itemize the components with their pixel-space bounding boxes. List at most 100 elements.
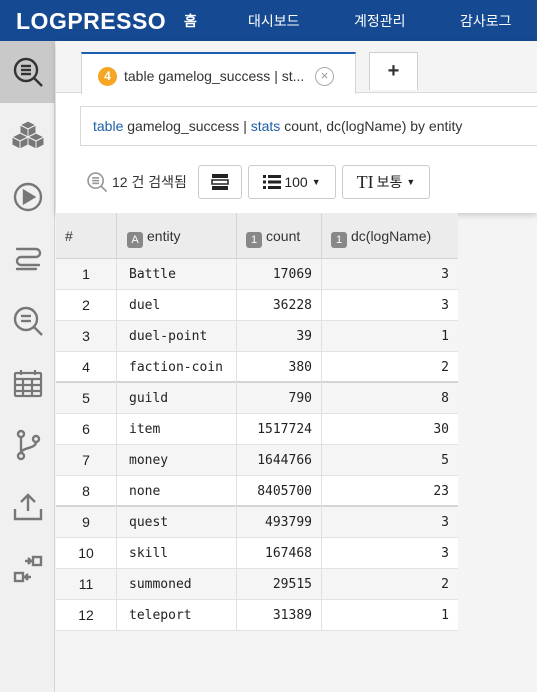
- cell-count: 790: [236, 383, 321, 414]
- branch-icon: [16, 429, 40, 461]
- nav-audit-log[interactable]: 감사로그: [460, 0, 512, 41]
- cell-dc-logname: 3: [321, 507, 458, 538]
- cell-dc-logname: 3: [321, 538, 458, 569]
- cell-count: 17069: [236, 259, 321, 290]
- table-header: # Aentity 1 count 1 dc(logName): [56, 213, 458, 259]
- list-icon: [263, 175, 282, 189]
- cell-index: 1: [82, 266, 90, 282]
- upload-icon: [13, 493, 42, 521]
- play-icon: [13, 182, 42, 212]
- query-input[interactable]: table gamelog_success | stats count, dc(…: [80, 106, 537, 146]
- cell-index: 10: [78, 545, 94, 561]
- table-row[interactable]: 11 summoned 29515 2: [56, 569, 458, 600]
- columns-toggle-button[interactable]: [198, 165, 242, 199]
- cell-dc-logname: 1: [321, 321, 458, 352]
- sidebar-item-query[interactable]: [0, 41, 55, 103]
- table-row[interactable]: 12 teleport 31389 1: [56, 600, 458, 631]
- number-type-badge: 1: [246, 232, 262, 248]
- sidebar-item-branch[interactable]: [0, 414, 55, 476]
- query-text-stats: count, dc(logName) by entity: [280, 118, 463, 134]
- column-header-index[interactable]: #: [56, 213, 116, 259]
- table-body: 1 Battle 17069 3 2 duel 36228 3 3 duel-point 39 1 4 f…: [56, 259, 458, 631]
- cell-index: 3: [82, 328, 90, 344]
- column-header-label: entity: [147, 228, 181, 244]
- table-row[interactable]: 5 guild 790 8: [56, 383, 458, 414]
- chevron-down-icon: ▼: [311, 177, 321, 187]
- close-icon[interactable]: ×: [315, 67, 334, 86]
- cell-dc-logname: 30: [321, 414, 458, 445]
- table-row[interactable]: 7 money 1644766 5: [56, 445, 458, 476]
- page-size-dropdown[interactable]: 100 ▼: [248, 165, 336, 199]
- column-header-label: count: [266, 228, 301, 244]
- sidebar-item-cubes[interactable]: [0, 104, 55, 166]
- cell-entity: summoned: [116, 569, 236, 600]
- cell-index: 8: [82, 483, 90, 499]
- tab-query[interactable]: 4 table gamelog_success | st... ×: [81, 52, 356, 94]
- table-row[interactable]: 4 faction-coin 380 2: [56, 352, 458, 383]
- sidebar-item-calendar[interactable]: [0, 352, 55, 414]
- page-size-value: 100: [284, 174, 308, 190]
- cell-index: 7: [82, 452, 90, 468]
- chevron-down-icon: ▼: [406, 177, 416, 187]
- query-text-source: gamelog_success |: [123, 118, 251, 134]
- add-tab-button[interactable]: +: [369, 52, 418, 90]
- table-row[interactable]: 2 duel 36228 3: [56, 290, 458, 321]
- column-header-dc-logname[interactable]: 1 dc(logName): [321, 213, 458, 259]
- cell-index: 2: [82, 297, 90, 313]
- cell-count: 29515: [236, 569, 321, 600]
- sidebar-item-stream[interactable]: [0, 228, 55, 290]
- column-header-label: #: [65, 228, 73, 244]
- cell-dc-logname: 5: [321, 445, 458, 476]
- table-row[interactable]: 10 skill 167468 3: [56, 538, 458, 569]
- query-icon: [13, 57, 43, 87]
- table-row[interactable]: 9 quest 493799 3: [56, 507, 458, 538]
- cell-count: 493799: [236, 507, 321, 538]
- cell-entity: duel: [116, 290, 236, 321]
- number-type-badge: 1: [331, 232, 347, 248]
- cell-entity: quest: [116, 507, 236, 538]
- sidebar-item-upload[interactable]: [0, 476, 55, 538]
- table-row[interactable]: 6 item 1517724 30: [56, 414, 458, 445]
- cell-index: 11: [78, 576, 94, 592]
- cell-count: 1644766: [236, 445, 321, 476]
- cell-entity: duel-point: [116, 321, 236, 352]
- cell-dc-logname: 3: [321, 259, 458, 290]
- query-panel: 4 table gamelog_success | st... × + tabl…: [56, 41, 537, 213]
- columns-icon: [211, 174, 229, 190]
- cell-entity: guild: [116, 383, 236, 414]
- cell-count: 167468: [236, 538, 321, 569]
- cell-entity: Battle: [116, 259, 236, 290]
- table-row[interactable]: 1 Battle 17069 3: [56, 259, 458, 290]
- query-keyword-stats: stats: [250, 118, 281, 134]
- cell-entity: item: [116, 414, 236, 445]
- cell-count: 39: [236, 321, 321, 352]
- nav-dashboard[interactable]: 대시보드: [248, 0, 300, 41]
- result-count: 12 건 검색됨: [112, 174, 187, 190]
- table-row[interactable]: 8 none 8405700 23: [56, 476, 458, 507]
- result-table: # Aentity 1 count 1 dc(logName) 1 Battle 170…: [56, 213, 458, 631]
- font-size-icon: TI: [356, 171, 374, 192]
- column-header-count[interactable]: 1 count: [236, 213, 321, 259]
- cell-count: 8405700: [236, 476, 321, 507]
- cell-index: 6: [82, 421, 90, 437]
- cell-dc-logname: 2: [321, 569, 458, 600]
- table-row[interactable]: 3 duel-point 39 1: [56, 321, 458, 352]
- top-navigation-bar: LOGPRESSO 홈 대시보드 계정관리 감사로그: [0, 0, 537, 41]
- sidebar-item-play[interactable]: [0, 166, 55, 228]
- nav-home[interactable]: 홈: [184, 0, 197, 41]
- font-size-dropdown[interactable]: TI 보통 ▼: [342, 165, 430, 199]
- transfer-icon: [13, 555, 42, 583]
- cell-dc-logname: 2: [321, 352, 458, 383]
- nav-account-management[interactable]: 계정관리: [354, 0, 406, 41]
- result-search-icon: [87, 172, 108, 193]
- sidebar-item-transfer[interactable]: [0, 538, 55, 600]
- column-header-entity[interactable]: Aentity: [116, 213, 236, 259]
- cell-entity: faction-coin: [116, 352, 236, 383]
- tab-title: table gamelog_success | st...: [124, 68, 305, 84]
- sidebar-item-search[interactable]: [0, 290, 55, 352]
- search-icon: [13, 306, 43, 336]
- cell-count: 36228: [236, 290, 321, 321]
- string-type-badge: A: [127, 232, 143, 248]
- sidebar: [0, 41, 55, 692]
- query-keyword-table: table: [93, 118, 124, 134]
